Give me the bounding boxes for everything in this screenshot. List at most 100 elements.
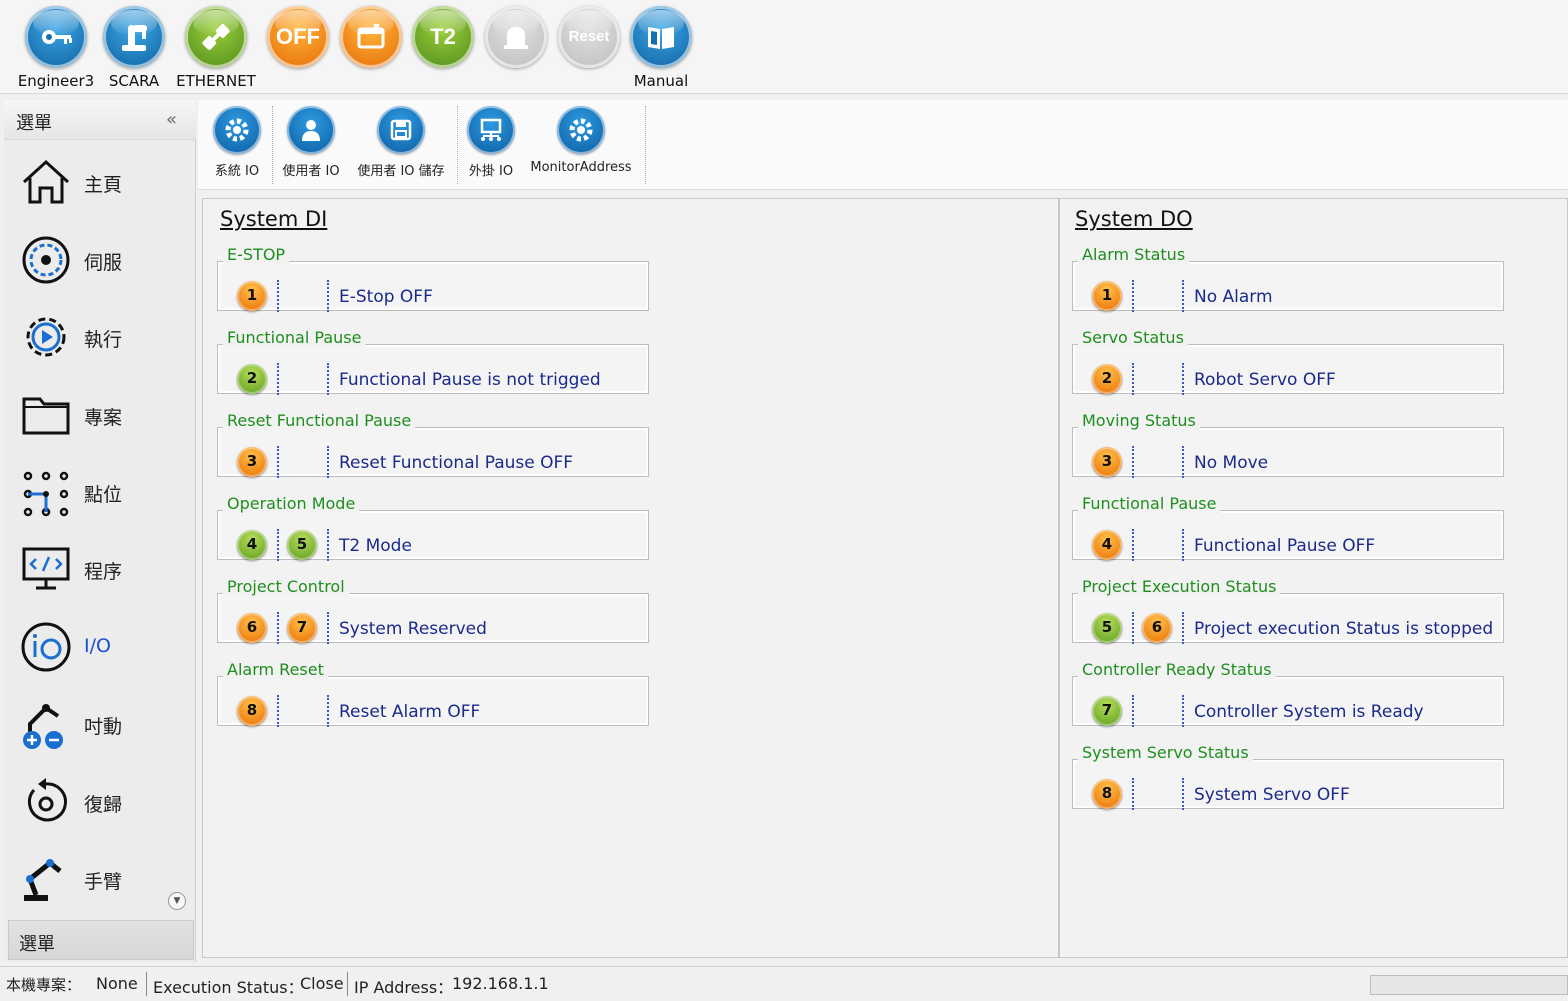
jog-icon bbox=[23, 704, 63, 749]
user-io-save-label: 使用者 IO 儲存 bbox=[357, 164, 445, 179]
sidebar-item-label: 程序 bbox=[84, 561, 123, 583]
do-group: Controller Ready Status 7 Controller Syste… bbox=[1072, 660, 1504, 727]
di-group: Reset Functional Pause 3 Reset Functional … bbox=[217, 411, 649, 478]
t2-text: T2 bbox=[430, 24, 456, 49]
dotted-separator bbox=[1182, 529, 1184, 561]
sidebar-item-homing[interactable]: 復歸 bbox=[14, 766, 190, 836]
sidebar: 選單 « 主頁 伺服 執行 專案 點位 程序 I/O 吋動 復歸 手臂 ▼ 選單 bbox=[4, 100, 196, 962]
sidebar-item-home[interactable]: 主頁 bbox=[14, 146, 190, 216]
t2-mode-button[interactable]: T2 bbox=[403, 6, 483, 92]
do-status-text: No Move bbox=[1194, 453, 1269, 473]
dotted-separator bbox=[327, 446, 329, 478]
di-pin-indicator: 2 bbox=[237, 364, 267, 394]
user-io-save-button[interactable]: 使用者 IO 儲存 bbox=[354, 106, 448, 186]
di-group-label: E-STOP bbox=[223, 245, 290, 264]
reset-button[interactable]: Reset bbox=[549, 6, 629, 92]
plugin-io-label: 外掛 IO bbox=[468, 164, 514, 179]
sidebar-item-servo[interactable]: 伺服 bbox=[14, 224, 190, 294]
di-group-label: Alarm Reset bbox=[223, 660, 328, 679]
di-pin-indicator: 4 bbox=[237, 530, 267, 560]
di-group: Project Control 6 7 System Reserved bbox=[217, 577, 649, 644]
do-pin-indicator: 6 bbox=[1142, 613, 1172, 643]
run-gear-icon bbox=[26, 317, 66, 357]
do-status-text: Project execution Status is stopped bbox=[1194, 619, 1494, 639]
sidebar-title: 選單 bbox=[16, 113, 52, 134]
status-separator bbox=[347, 972, 348, 996]
project-label: 本機專案： bbox=[6, 976, 82, 994]
status-separator bbox=[146, 972, 147, 996]
manual-label: Manual bbox=[633, 72, 689, 90]
window-button[interactable] bbox=[331, 6, 411, 92]
alarm-bell-icon bbox=[485, 6, 547, 68]
servo-icon bbox=[22, 236, 70, 284]
manual-button[interactable]: Manual bbox=[621, 6, 701, 92]
scroll-down-icon[interactable]: ▼ bbox=[168, 892, 186, 910]
robot-type-label: SCARA bbox=[108, 72, 160, 90]
connection-label: ETHERNET bbox=[176, 72, 256, 90]
servo-off-button[interactable]: OFF bbox=[258, 6, 338, 92]
monitor-address-button[interactable]: MonitorAddress bbox=[528, 106, 634, 186]
sidebar-item-arm[interactable]: 手臂 bbox=[14, 843, 190, 913]
do-group-label: System Servo Status bbox=[1078, 743, 1253, 762]
di-group-box bbox=[217, 510, 649, 560]
sidebar-item-label: I/O bbox=[84, 635, 111, 657]
project-value: None bbox=[96, 974, 138, 993]
robot-type-button[interactable]: SCARA bbox=[94, 6, 174, 92]
toolbar-divider bbox=[645, 106, 646, 184]
di-group-label: Project Control bbox=[223, 577, 349, 596]
execution-status-value: Close bbox=[300, 974, 344, 993]
status-bar: 本機專案： None Execution Status： Close IP Ad… bbox=[0, 966, 1568, 1001]
dotted-separator bbox=[327, 363, 329, 395]
sidebar-item-label: 伺服 bbox=[84, 252, 123, 274]
dotted-separator bbox=[277, 446, 279, 478]
io-subtoolbar: 系統 IO 使用者 IO 使用者 IO 儲存 外掛 IO MonitorAddr… bbox=[198, 100, 1568, 190]
ip-address-value: 192.168.1.1 bbox=[452, 974, 549, 993]
sidebar-item-project[interactable]: 專案 bbox=[14, 379, 190, 449]
arm-icon bbox=[24, 859, 62, 901]
alarm-button[interactable] bbox=[476, 6, 556, 92]
do-pin-indicator: 5 bbox=[1092, 613, 1122, 643]
sidebar-footer-menu[interactable]: 選單 bbox=[8, 920, 194, 960]
sidebar-item-run[interactable]: 執行 bbox=[14, 301, 190, 371]
dotted-separator bbox=[277, 612, 279, 644]
connection-button[interactable]: ETHERNET bbox=[176, 6, 256, 92]
sidebar-item-points[interactable]: 點位 bbox=[14, 456, 190, 526]
sidebar-footer-label: 選單 bbox=[19, 934, 55, 955]
collapse-icon[interactable]: « bbox=[166, 109, 177, 130]
system-io-button[interactable]: 系統 IO bbox=[206, 106, 268, 186]
di-group-label: Reset Functional Pause bbox=[223, 411, 416, 430]
sidebar-item-io[interactable]: I/O bbox=[14, 611, 190, 681]
do-pin-indicator: 7 bbox=[1092, 696, 1122, 726]
do-group-label: Functional Pause bbox=[1078, 494, 1221, 513]
do-pin-indicator: 4 bbox=[1092, 530, 1122, 560]
dotted-separator bbox=[1132, 778, 1134, 810]
ethernet-plug-icon bbox=[185, 6, 247, 68]
save-icon bbox=[377, 106, 425, 154]
user-level-button[interactable]: Engineer3 bbox=[16, 6, 96, 92]
do-group: Functional Pause 4 Functional Pause OFF bbox=[1072, 494, 1504, 561]
dotted-separator bbox=[1132, 280, 1134, 312]
plugin-io-button[interactable]: 外掛 IO bbox=[462, 106, 520, 186]
sidebar-item-label: 手臂 bbox=[84, 871, 123, 893]
network-icon bbox=[467, 106, 515, 154]
do-group-label: Project Execution Status bbox=[1078, 577, 1281, 596]
di-group: Functional Pause 2 Functional Pause is not… bbox=[217, 328, 649, 395]
sidebar-item-jog[interactable]: 吋動 bbox=[14, 688, 190, 758]
do-group-box bbox=[1072, 427, 1504, 477]
sidebar-item-label: 專案 bbox=[84, 407, 123, 429]
status-progress-bar bbox=[1370, 975, 1568, 995]
user-io-button[interactable]: 使用者 IO bbox=[280, 106, 342, 186]
sidebar-item-program[interactable]: 程序 bbox=[14, 533, 190, 603]
gear-icon bbox=[213, 106, 261, 154]
do-group-label: Servo Status bbox=[1078, 328, 1188, 347]
do-pin-indicator: 1 bbox=[1092, 281, 1122, 311]
di-pin-indicator: 3 bbox=[237, 447, 267, 477]
do-pin-indicator: 3 bbox=[1092, 447, 1122, 477]
reset-icon: Reset bbox=[558, 6, 620, 68]
do-status-text: Controller System is Ready bbox=[1194, 702, 1424, 722]
do-status-text: Functional Pause OFF bbox=[1194, 536, 1376, 556]
do-pin-indicator: 2 bbox=[1092, 364, 1122, 394]
dotted-separator bbox=[327, 612, 329, 644]
di-pin-indicator: 6 bbox=[237, 613, 267, 643]
di-status-text: Reset Alarm OFF bbox=[339, 702, 481, 722]
